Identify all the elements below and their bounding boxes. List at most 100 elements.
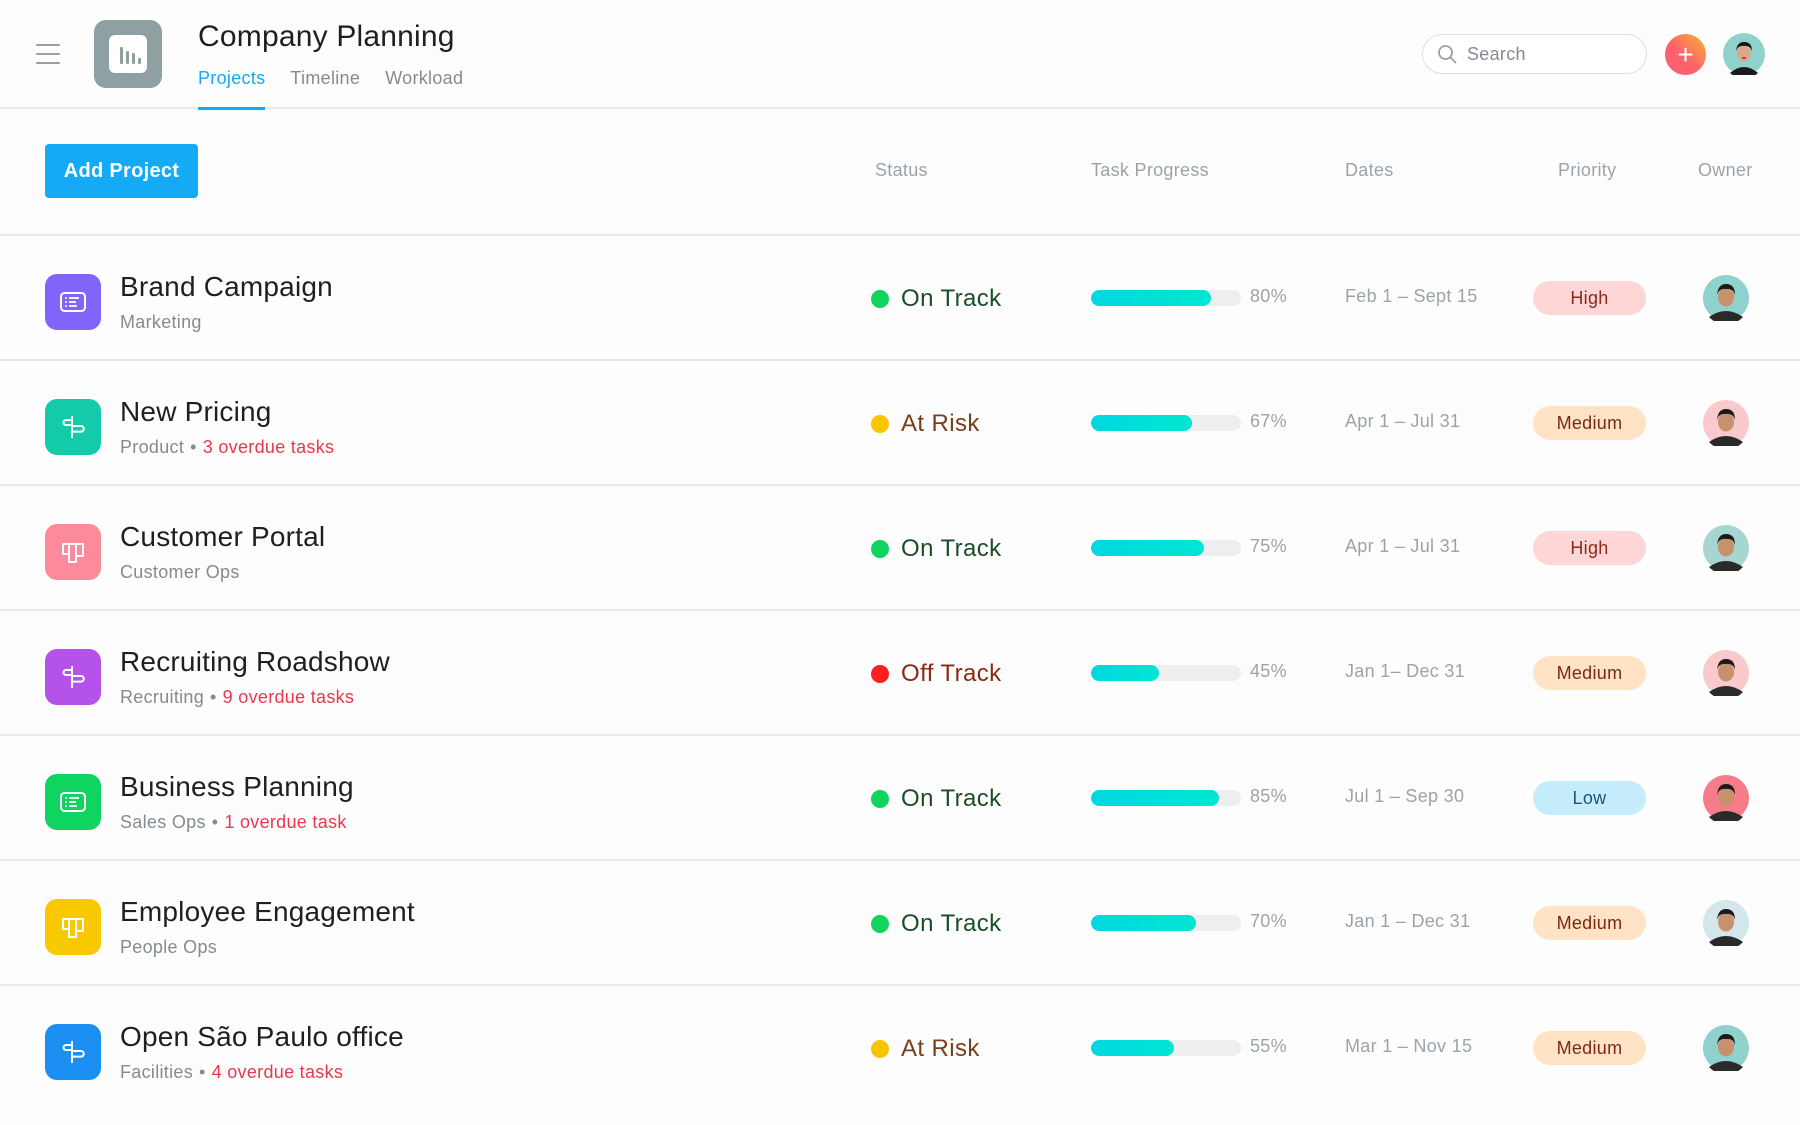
overdue-tasks-link[interactable]: 9 overdue tasks xyxy=(223,687,355,707)
status-text: Off Track xyxy=(901,659,1002,687)
signpost-icon xyxy=(45,1024,101,1080)
project-name[interactable]: Open São Paulo office xyxy=(120,1021,404,1053)
status-indicator[interactable]: Off Track xyxy=(871,611,1002,736)
status-indicator[interactable]: At Risk xyxy=(871,986,980,1111)
priority-badge[interactable]: Medium xyxy=(1533,906,1646,940)
project-row[interactable]: Recruiting Roadshow Recruiting • 9 overdue… xyxy=(0,611,1800,736)
date-range[interactable]: Apr 1 – Jul 31 xyxy=(1345,411,1460,432)
status-indicator[interactable]: On Track xyxy=(871,236,1002,361)
search-input[interactable] xyxy=(1467,43,1637,65)
date-range[interactable]: Apr 1 – Jul 31 xyxy=(1345,536,1460,557)
date-range[interactable]: Feb 1 – Sept 15 xyxy=(1345,286,1478,307)
owner-avatar[interactable] xyxy=(1703,525,1749,571)
overdue-tasks-link[interactable]: 4 overdue tasks xyxy=(212,1062,344,1082)
status-indicator[interactable]: On Track xyxy=(871,736,1002,861)
bar-chart-icon xyxy=(94,20,162,88)
priority-badge[interactable]: High xyxy=(1533,281,1646,315)
board-icon xyxy=(45,524,101,580)
project-name[interactable]: Employee Engagement xyxy=(120,896,415,928)
priority-badge[interactable]: Medium xyxy=(1533,406,1646,440)
status-indicator[interactable]: On Track xyxy=(871,861,1002,986)
project-subtitle: People Ops xyxy=(120,937,217,958)
tab-workload[interactable]: Workload xyxy=(385,66,463,109)
status-indicator[interactable]: At Risk xyxy=(871,361,980,486)
column-header-task-progress[interactable]: Task Progress xyxy=(1091,160,1209,181)
plus-icon: + xyxy=(1677,38,1694,70)
table-header-bar: Add Project Status Task Progress Dates P… xyxy=(0,111,1800,236)
status-text: On Track xyxy=(901,284,1002,312)
owner-avatar[interactable] xyxy=(1703,1025,1749,1071)
owner-avatar[interactable] xyxy=(1703,775,1749,821)
project-row[interactable]: Employee Engagement People Ops On Track … xyxy=(0,861,1800,986)
progress-fill xyxy=(1091,665,1159,681)
status-dot-icon xyxy=(871,289,889,308)
project-row[interactable]: Open São Paulo office Facilities • 4 overd… xyxy=(0,986,1800,1111)
project-name[interactable]: Customer Portal xyxy=(120,521,325,553)
progress-percent: 70% xyxy=(1250,911,1287,931)
priority-badge[interactable]: High xyxy=(1533,531,1646,565)
status-dot-icon xyxy=(871,1039,889,1058)
board-icon xyxy=(45,899,101,955)
task-progress-bar xyxy=(1091,915,1241,931)
tab-projects[interactable]: Projects xyxy=(198,66,266,110)
priority-badge[interactable]: Medium xyxy=(1533,1031,1646,1065)
project-name[interactable]: Business Planning xyxy=(120,771,354,803)
project-row[interactable]: Customer Portal Customer Ops On Track 75… xyxy=(0,486,1800,611)
page-title: Company Planning xyxy=(198,20,455,53)
tab-timeline[interactable]: Timeline xyxy=(290,66,360,109)
status-text: On Track xyxy=(901,534,1002,562)
project-subtitle: Sales Ops • 1 overdue task xyxy=(120,812,347,833)
status-text: At Risk xyxy=(901,1034,980,1062)
project-row[interactable]: Business Planning Sales Ops • 1 overdue ta… xyxy=(0,736,1800,861)
overdue-tasks-link[interactable]: 3 overdue tasks xyxy=(203,437,335,457)
date-range[interactable]: Jul 1 – Sep 30 xyxy=(1345,786,1464,807)
project-row[interactable]: Brand Campaign Marketing On Track 80% Fe… xyxy=(0,236,1800,361)
column-header-dates[interactable]: Dates xyxy=(1345,160,1394,181)
task-progress-bar xyxy=(1091,665,1241,681)
quick-add-button[interactable]: + xyxy=(1665,34,1706,75)
overdue-tasks-link[interactable]: 1 overdue task xyxy=(224,812,346,832)
owner-avatar[interactable] xyxy=(1703,650,1749,696)
progress-fill xyxy=(1091,1040,1174,1056)
project-subtitle: Marketing xyxy=(120,312,202,333)
project-subtitle: Recruiting • 9 overdue tasks xyxy=(120,687,354,708)
priority-badge[interactable]: Medium xyxy=(1533,656,1646,690)
priority-badge[interactable]: Low xyxy=(1533,781,1646,815)
progress-fill xyxy=(1091,915,1196,931)
column-header-status[interactable]: Status xyxy=(875,160,928,181)
task-progress-bar xyxy=(1091,790,1241,806)
user-avatar[interactable] xyxy=(1723,33,1765,75)
status-indicator[interactable]: On Track xyxy=(871,486,1002,611)
project-row[interactable]: New Pricing Product • 3 overdue tasks At R… xyxy=(0,361,1800,486)
search-box[interactable] xyxy=(1422,34,1647,74)
project-subtitle: Customer Ops xyxy=(120,562,240,583)
date-range[interactable]: Mar 1 – Nov 15 xyxy=(1345,1036,1472,1057)
status-dot-icon xyxy=(871,414,889,433)
owner-avatar[interactable] xyxy=(1703,900,1749,946)
add-project-button[interactable]: Add Project xyxy=(45,144,198,198)
column-header-priority[interactable]: Priority xyxy=(1558,160,1616,181)
owner-avatar[interactable] xyxy=(1703,400,1749,446)
top-header: Company Planning Projects Timeline Workl… xyxy=(0,0,1800,110)
signpost-icon xyxy=(45,399,101,455)
progress-fill xyxy=(1091,415,1192,431)
project-name[interactable]: Recruiting Roadshow xyxy=(120,646,390,678)
progress-fill xyxy=(1091,790,1219,806)
progress-fill xyxy=(1091,540,1204,556)
separator-dot: • xyxy=(210,687,217,707)
task-progress-bar xyxy=(1091,540,1241,556)
owner-avatar[interactable] xyxy=(1703,275,1749,321)
progress-percent: 67% xyxy=(1250,411,1287,431)
hamburger-icon[interactable] xyxy=(36,44,60,64)
date-range[interactable]: Jan 1 – Dec 31 xyxy=(1345,911,1470,932)
column-header-owner[interactable]: Owner xyxy=(1698,160,1753,181)
list-icon xyxy=(45,274,101,330)
project-name[interactable]: New Pricing xyxy=(120,396,272,428)
date-range[interactable]: Jan 1– Dec 31 xyxy=(1345,661,1465,682)
signpost-icon xyxy=(45,649,101,705)
status-dot-icon xyxy=(871,664,889,683)
progress-percent: 80% xyxy=(1250,286,1287,306)
progress-percent: 85% xyxy=(1250,786,1287,806)
view-tabs: Projects Timeline Workload xyxy=(198,66,488,110)
project-name[interactable]: Brand Campaign xyxy=(120,271,333,303)
